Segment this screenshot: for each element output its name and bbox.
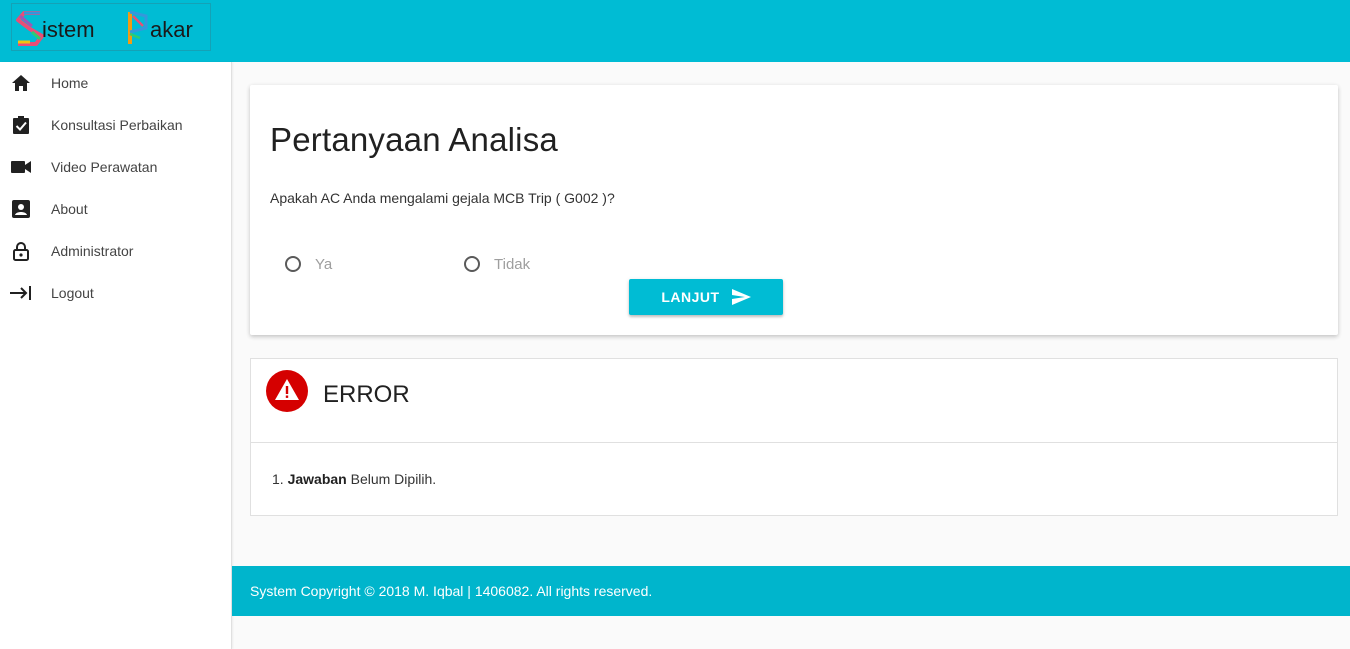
svg-text:istem: istem [42, 17, 95, 42]
sidebar-item-label: Logout [51, 285, 94, 301]
error-title: ERROR [323, 381, 410, 408]
sidebar-item-administrator[interactable]: Administrator [0, 230, 231, 272]
error-message-number: 1. [272, 471, 284, 487]
error-message-field: Jawaban [287, 471, 347, 487]
radio-option-ya[interactable]: Ya [285, 254, 332, 274]
sidebar-nav: Home Konsultasi Perbaikan Video Perawata… [0, 62, 232, 649]
sidebar-item-logout[interactable]: Logout [0, 272, 231, 314]
error-panel-header: ERROR [251, 359, 1337, 443]
question-text: Apakah AC Anda mengalami gejala MCB Trip… [270, 190, 615, 206]
sidebar-item-video[interactable]: Video Perawatan [0, 146, 231, 188]
radio-option-tidak[interactable]: Tidak [464, 254, 530, 274]
videocam-icon [10, 156, 32, 178]
logo-graphic: istem akar [16, 10, 193, 46]
sidebar-item-label: Home [51, 75, 89, 91]
lanjut-button[interactable]: LANJUT [629, 279, 783, 315]
error-message: 1. Jawaban Belum Dipilih. [272, 471, 436, 487]
home-icon [10, 72, 32, 94]
sidebar-item-home[interactable]: Home [0, 62, 231, 104]
warning-icon [266, 370, 308, 412]
radio-label: Ya [315, 255, 333, 273]
lanjut-button-label: LANJUT [661, 289, 720, 305]
top-app-bar: istem akar [0, 0, 1350, 62]
sidebar-item-konsultasi[interactable]: Konsultasi Perbaikan [0, 104, 231, 146]
error-panel: ERROR 1. Jawaban Belum Dipilih. [250, 358, 1338, 516]
footer-copyright: System Copyright © 2018 M. Iqbal | 14060… [250, 583, 653, 599]
account-box-icon [10, 198, 32, 220]
clipboard-check-icon [10, 114, 32, 136]
sidebar-item-label: Konsultasi Perbaikan [51, 117, 183, 133]
radio-circle-icon[interactable] [464, 256, 480, 272]
logout-icon [10, 282, 32, 304]
question-card: Pertanyaan Analisa Apakah AC Anda mengal… [250, 85, 1338, 335]
page-title: Pertanyaan Analisa [270, 121, 558, 158]
radio-circle-icon[interactable] [285, 256, 301, 272]
error-message-text: Belum Dipilih. [350, 471, 437, 487]
sidebar-item-label: Video Perawatan [51, 159, 158, 175]
lock-icon [10, 240, 32, 262]
svg-text:akar: akar [150, 17, 193, 42]
sidebar-item-label: About [51, 201, 88, 217]
sidebar-item-label: Administrator [51, 243, 134, 259]
sidebar-item-about[interactable]: About [0, 188, 231, 230]
send-icon [731, 289, 751, 305]
page-footer: System Copyright © 2018 M. Iqbal | 14060… [232, 566, 1350, 616]
app-logo[interactable]: istem akar [11, 3, 211, 51]
radio-label: Tidak [494, 255, 531, 273]
